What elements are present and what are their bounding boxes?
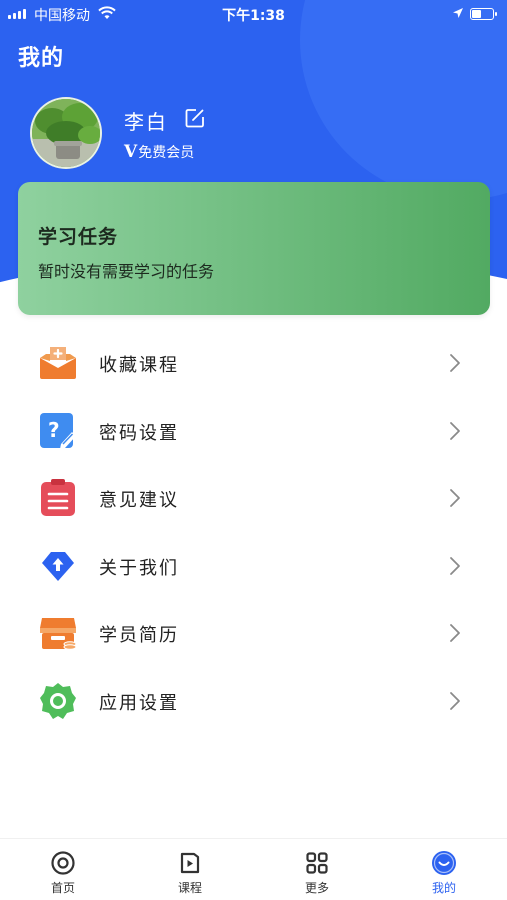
task-card-title: 学习任务 bbox=[38, 226, 119, 248]
settings-menu: 收藏课程 ? 密码设置 意见建议 关于我们 学员简历 应用设置 bbox=[0, 329, 507, 734]
tab-course[interactable]: 课程 bbox=[127, 839, 253, 900]
more-icon bbox=[306, 852, 328, 874]
user-name: 李白 bbox=[124, 110, 168, 134]
membership-badge: V 免费会员 bbox=[124, 142, 194, 162]
tab-more[interactable]: 更多 bbox=[254, 839, 380, 900]
menu-item-feedback[interactable]: 意见建议 bbox=[0, 464, 507, 532]
tab-home[interactable]: 首页 bbox=[0, 839, 126, 900]
menu-item-about-us[interactable]: 关于我们 bbox=[0, 532, 507, 600]
student-resume-icon bbox=[40, 618, 77, 650]
menu-item-app-settings[interactable]: 应用设置 bbox=[0, 667, 507, 735]
location-arrow-icon bbox=[453, 8, 463, 18]
menu-item-label: 关于我们 bbox=[99, 557, 179, 579]
battery-icon bbox=[470, 8, 497, 20]
tab-label: 首页 bbox=[50, 881, 75, 895]
menu-item-label: 意见建议 bbox=[99, 490, 179, 511]
task-card-description: 暂时没有需要学习的任务 bbox=[38, 262, 215, 281]
chevron-right-icon bbox=[450, 556, 460, 575]
about-us-icon bbox=[42, 551, 74, 581]
tab-label: 课程 bbox=[177, 881, 202, 895]
feedback-icon bbox=[41, 479, 75, 516]
tab-bar: 首页 课程 更多 我的 bbox=[0, 838, 507, 900]
menu-item-label: 应用设置 bbox=[99, 692, 179, 714]
tab-profile[interactable]: 我的 bbox=[381, 839, 507, 900]
chevron-right-icon bbox=[450, 421, 460, 440]
edit-icon[interactable] bbox=[184, 107, 206, 129]
status-time: 下午1:38 bbox=[222, 8, 285, 24]
app-settings-icon bbox=[40, 682, 76, 719]
menu-item-password-settings[interactable]: ? 密码设置 bbox=[0, 397, 507, 465]
status-bar: 中国移动 下午1:38 bbox=[0, 0, 507, 28]
chevron-right-icon bbox=[450, 691, 460, 710]
tab-label: 更多 bbox=[304, 881, 329, 895]
password-settings-icon: ? bbox=[40, 412, 76, 449]
menu-item-favorite-courses[interactable]: 收藏课程 bbox=[0, 329, 507, 397]
menu-item-label: 学员简历 bbox=[99, 625, 179, 646]
profile-icon bbox=[432, 851, 456, 875]
favorite-course-icon bbox=[40, 347, 76, 379]
course-icon bbox=[180, 852, 200, 874]
home-icon bbox=[51, 851, 75, 875]
page-title: 我的 bbox=[18, 46, 65, 71]
menu-item-student-resume[interactable]: 学员简历 bbox=[0, 599, 507, 667]
membership-label: 免费会员 bbox=[138, 145, 195, 161]
header-decoration bbox=[300, 0, 507, 200]
chevron-right-icon bbox=[450, 624, 460, 642]
learning-task-card[interactable]: 学习任务 暂时没有需要学习的任务 bbox=[18, 182, 490, 315]
vip-mark: V bbox=[124, 142, 138, 162]
menu-item-label: 密码设置 bbox=[99, 422, 179, 444]
svg-text:?: ? bbox=[48, 418, 60, 442]
tab-label: 我的 bbox=[431, 881, 456, 895]
chevron-right-icon bbox=[450, 489, 460, 507]
menu-item-label: 收藏课程 bbox=[99, 355, 179, 376]
avatar[interactable] bbox=[30, 97, 102, 169]
chevron-right-icon bbox=[450, 354, 460, 372]
